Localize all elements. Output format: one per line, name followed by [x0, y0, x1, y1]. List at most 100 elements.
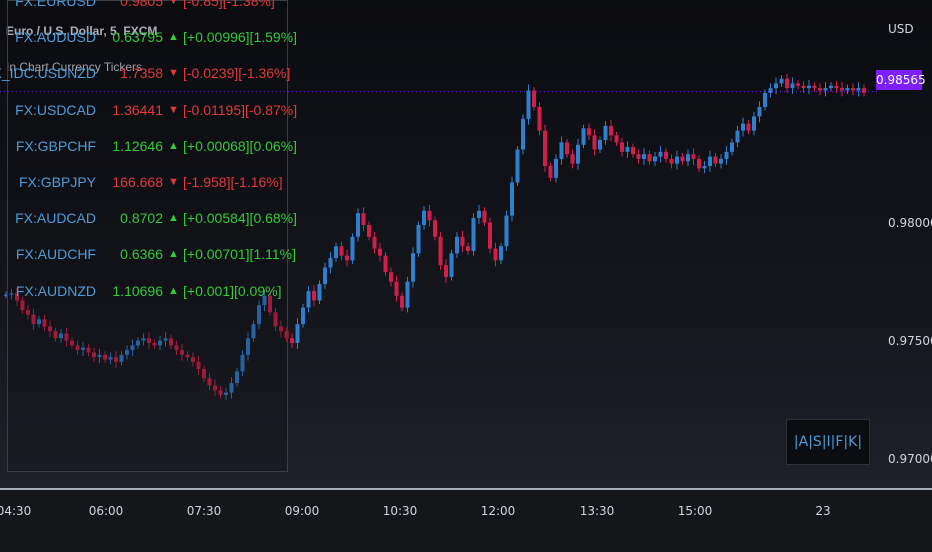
candle-body: [493, 248, 498, 261]
up-arrow-icon: ▲: [168, 31, 179, 44]
candle-body: [779, 78, 784, 84]
candle-body: [455, 236, 459, 254]
time-label-5: 12:00: [480, 504, 516, 518]
up-arrow-icon: ▲: [168, 248, 179, 261]
candle-body: [400, 295, 404, 308]
candle-body: [807, 85, 811, 89]
ticker-change: [-0.01195][-0.87%]: [183, 101, 298, 118]
ticker-row: FX:AUDCHF 0.6366 ▲ [+0.00701][1.11%]: [8, 236, 296, 272]
ticker-change: [-1.958][-1.16%]: [183, 174, 283, 190]
ticker-symbol: FX:AUDCAD: [15, 210, 96, 227]
candle-body: [834, 85, 839, 89]
candle-body: [554, 158, 558, 178]
candle-body: [598, 140, 602, 150]
candle-body: [801, 85, 806, 89]
candle-body: [537, 107, 542, 131]
ticker-change: [+0.00584][0.68%]: [183, 210, 298, 227]
candle-body: [752, 116, 756, 131]
candle-body: [295, 324, 300, 343]
down-arrow-icon: ▼: [168, 0, 179, 7]
candle-body: [389, 272, 393, 282]
ticker-symbol: FX_IDC:USDNZD: [0, 65, 96, 82]
candle-body: [345, 255, 349, 261]
candle-body: [565, 142, 569, 155]
candle-body: [515, 149, 520, 183]
candle-body: [614, 135, 619, 143]
ticker-row: FX:AUDNZD 1.10696 ▲ [+0.001][0.09%]: [8, 273, 287, 309]
candle-body: [317, 284, 322, 301]
candle-body: [394, 281, 399, 296]
candle-body: [328, 258, 333, 268]
candle-body: [774, 83, 778, 89]
candle-body: [730, 142, 734, 152]
candle-body: [581, 128, 586, 145]
candle-body: [697, 158, 701, 169]
candle-body: [746, 123, 751, 131]
ticker-price: 1.36441: [112, 101, 163, 118]
candle-body: [708, 156, 712, 166]
ticker-row: FX:GBPJPY 166.668 ▼ [-1.958][-1.16%]: [8, 164, 287, 200]
ticker-change: [+0.00068][0.06%]: [183, 137, 298, 154]
down-arrow-icon: ▼: [168, 176, 179, 188]
candle-body: [686, 154, 690, 162]
candle-body: [416, 225, 421, 254]
candle-body: [312, 291, 316, 301]
time-axis[interactable]: 04:30 06:00 07:30 09:00 10:30 12:00 13:3…: [0, 488, 932, 552]
candle-body: [438, 236, 443, 266]
candle-body: [609, 125, 613, 136]
ticker-symbol: FX:GBPJPY: [18, 174, 96, 190]
candle-body: [526, 90, 531, 119]
candle-body: [768, 88, 773, 93]
candle-body: [675, 156, 679, 164]
ticker-row: FX:AUDCAD 0.8702 ▲ [+0.00584][0.68%]: [8, 200, 297, 236]
candle-body: [658, 151, 663, 157]
candle-body: [356, 213, 360, 237]
candle-body: [840, 88, 844, 91]
candle-body: [818, 88, 822, 91]
candle-body: [427, 210, 432, 221]
candle-body: [845, 88, 850, 91]
candle-body: [862, 88, 866, 93]
ticker-row: FX:AUDUSD 0.63795 ▲ [+0.00996][1.59%]: [8, 19, 297, 55]
candle-body: [664, 151, 668, 159]
candle-body: [851, 88, 855, 91]
candle-body: [812, 85, 817, 89]
ticker-change: [-0.0239][-1.36%]: [183, 65, 291, 82]
time-label-2: 07:30: [186, 504, 222, 518]
candle-body: [741, 123, 745, 131]
candle-body: [460, 236, 465, 247]
candle-body: [532, 90, 536, 107]
up-arrow-icon: ▲: [168, 284, 179, 297]
candle-body: [323, 267, 327, 284]
up-arrow-icon: ▲: [168, 139, 179, 152]
ticker-row: FX:USDCAD 1.36441 ▼ [-0.01195][-0.87%]: [8, 92, 297, 128]
currency-label: USD: [888, 22, 914, 36]
candle-body: [625, 147, 630, 152]
ticker-symbol: FX:AUDUSD: [15, 29, 96, 46]
candle-body: [620, 142, 624, 152]
candle-body: [735, 130, 740, 143]
candle-body: [587, 128, 591, 136]
candle-body: [856, 88, 861, 91]
candle-body: [570, 154, 575, 164]
ticker-price: 1.12646: [112, 137, 163, 154]
ticker-change: [-0.85][-1.38%]: [183, 0, 275, 9]
candle-body: [488, 222, 492, 249]
candle-body: [713, 156, 718, 164]
ticker-price: 0.9805: [120, 0, 163, 9]
candle-body: [603, 125, 608, 141]
ticker-symbol: FX:AUDNZD: [15, 282, 96, 299]
time-label-1: 06:00: [88, 504, 124, 518]
price-label-1: 0.97500: [888, 334, 932, 348]
candle-body: [350, 236, 355, 261]
down-arrow-icon: ▼: [168, 103, 179, 116]
candle-body: [719, 158, 723, 164]
price-label-0: 0.98000: [888, 216, 932, 230]
candle-body: [477, 210, 481, 218]
candle-body: [796, 83, 800, 86]
down-arrow-icon: ▼: [168, 67, 179, 80]
candle-body: [290, 338, 294, 343]
ticker-symbol: FX:EURUSD: [15, 0, 96, 9]
candle-body: [504, 215, 509, 247]
up-arrow-icon: ▲: [168, 212, 179, 225]
